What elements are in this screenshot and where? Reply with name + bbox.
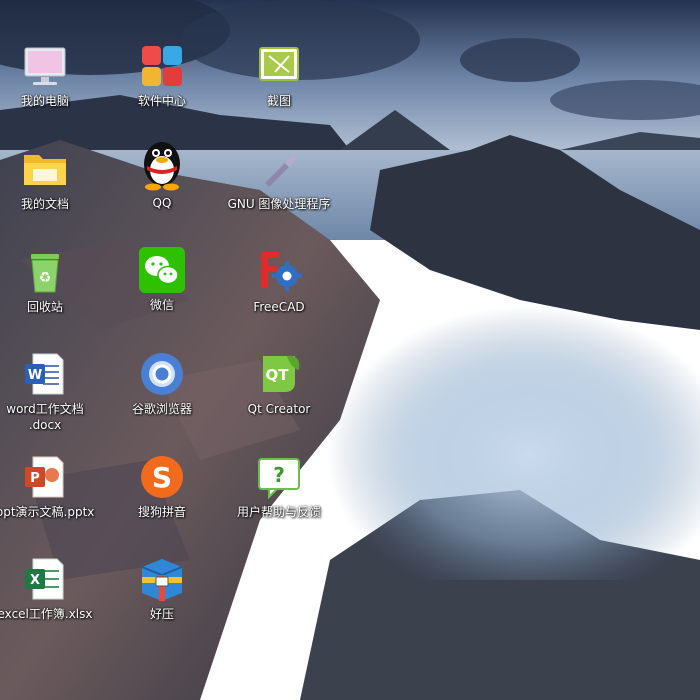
svg-text:W: W xyxy=(28,368,42,383)
folder-icon xyxy=(24,155,66,185)
desktop-icon-label: FreeCAD xyxy=(253,300,305,314)
sogou-pinyin-icon: S xyxy=(141,456,183,498)
desktop-icon-label: 截图 xyxy=(266,94,291,108)
desktop-icon-label: ppt演示文稿.pptx xyxy=(0,505,95,519)
desktop-icon-label: word工作文档 xyxy=(6,402,84,416)
gimp-icon xyxy=(265,155,297,187)
haozip-icon xyxy=(141,559,183,601)
svg-text:X: X xyxy=(30,573,40,588)
wechat-icon xyxy=(139,247,185,293)
desktop-icon-label: 回收站 xyxy=(26,300,63,314)
desktop-icon-sogou-pinyin[interactable]: S 搜狗拼音 xyxy=(107,453,217,520)
freecad-icon xyxy=(261,252,302,291)
desktop-icon-label-extension: .docx xyxy=(28,418,62,432)
computer-icon xyxy=(24,47,66,85)
svg-text:S: S xyxy=(152,461,172,494)
svg-text:♻: ♻ xyxy=(39,270,52,286)
svg-text:QT: QT xyxy=(266,366,290,384)
desktop-icon-label: 搜狗拼音 xyxy=(137,505,186,519)
desktop-icon-label: 我的文档 xyxy=(20,197,69,211)
ppt-document-icon: P xyxy=(25,456,64,498)
desktop-icon-my-documents[interactable]: 我的文档 xyxy=(0,145,100,212)
desktop-icon-haozip[interactable]: 好压 xyxy=(107,555,217,622)
desktop-icon-user-help-feedback[interactable]: ? 用户帮助与反馈 xyxy=(224,453,334,520)
screenshot-icon xyxy=(259,47,299,81)
user-help-feedback-icon: ? xyxy=(258,458,300,500)
desktop-icon-label: QQ xyxy=(152,196,172,210)
desktop-icon-label: 谷歌浏览器 xyxy=(131,402,192,416)
desktop-icon-freecad[interactable]: FreeCAD xyxy=(224,248,334,315)
desktop-icon-gimp[interactable]: GNU 图像处理程序 xyxy=(224,145,334,212)
desktop-icon-label: GNU 图像处理程序 xyxy=(227,197,331,211)
desktop-icon-label: excel工作簿.xlsx xyxy=(0,607,93,621)
svg-text:?: ? xyxy=(273,463,285,487)
desktop-icon-qt-creator[interactable]: QT Qt Creator xyxy=(224,350,334,417)
desktop-icon-word-document[interactable]: W word工作文档 .docx xyxy=(0,350,100,433)
desktop-icon-ppt-document[interactable]: P ppt演示文稿.pptx xyxy=(0,453,100,520)
desktop-icon-label: 用户帮助与反馈 xyxy=(236,505,321,519)
desktop-icon-label: Qt Creator xyxy=(247,402,311,416)
qt-creator-icon: QT xyxy=(263,355,300,392)
desktop-icon-label: 软件中心 xyxy=(137,94,186,108)
desktop-icon-wechat[interactable]: 微信 xyxy=(107,246,217,313)
desktop-icon-recycle-bin[interactable]: ♻ 回收站 xyxy=(0,248,100,315)
desktop-icon-chrome[interactable]: 谷歌浏览器 xyxy=(107,350,217,417)
svg-text:P: P xyxy=(30,471,40,486)
excel-document-icon: X xyxy=(25,558,64,600)
qq-penguin-icon xyxy=(144,142,180,191)
desktop-icon-software-center[interactable]: 软件中心 xyxy=(107,42,217,109)
desktop-icon-screenshot[interactable]: 截图 xyxy=(224,42,334,109)
desktop-icon-label: 微信 xyxy=(149,298,174,312)
desktop-icon-label: 我的电脑 xyxy=(20,94,69,108)
desktop-icon-excel-document[interactable]: X excel工作簿.xlsx xyxy=(0,555,100,622)
desktop: 我的电脑 我的文档 ♻ 回收站 W word工作文档 .docx P ppt演示… xyxy=(0,0,700,700)
desktop-icon-qq[interactable]: QQ xyxy=(107,134,217,211)
software-center-icon xyxy=(142,46,182,86)
chrome-browser-icon xyxy=(141,353,183,395)
recycle-bin-icon: ♻ xyxy=(31,254,59,293)
word-document-icon: W xyxy=(25,353,64,395)
desktop-icon-label: 好压 xyxy=(149,607,174,621)
desktop-icon-my-computer[interactable]: 我的电脑 xyxy=(0,42,100,109)
